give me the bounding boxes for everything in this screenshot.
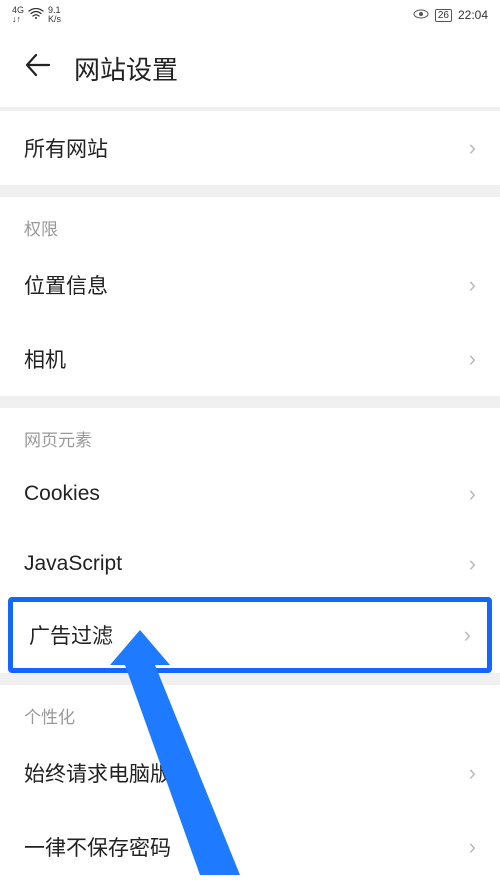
list-item-label: JavaScript (24, 552, 122, 576)
list-item-camera[interactable]: 相机 › (0, 322, 500, 396)
section-header-personalization: 个性化 (0, 685, 500, 736)
network-label: 4G↓↑ (12, 6, 24, 24)
section-header-elements: 网页元素 (0, 408, 500, 459)
status-bar: 4G↓↑ 9.1K/s 26 22:04 (0, 0, 500, 30)
page-title: 网站设置 (74, 50, 178, 87)
eye-icon (413, 8, 429, 22)
speed-label: 9.1K/s (48, 6, 61, 24)
status-left: 4G↓↑ 9.1K/s (12, 6, 61, 24)
list-item-label: 广告过滤 (29, 620, 113, 650)
chevron-right-icon: › (469, 551, 476, 577)
list-item-desktop[interactable]: 始终请求电脑版 › (0, 736, 500, 810)
back-arrow-icon[interactable] (24, 52, 50, 85)
list-item-no-password[interactable]: 一律不保存密码 › (0, 810, 500, 884)
list-item-javascript[interactable]: JavaScript › (0, 529, 500, 599)
chevron-right-icon: › (464, 622, 471, 648)
chevron-right-icon: › (469, 481, 476, 507)
section-header-permissions: 权限 (0, 197, 500, 248)
list-item-ad-filter[interactable]: 广告过滤 › (8, 597, 492, 673)
list-item-label: 所有网站 (24, 133, 108, 163)
list-item-label: Cookies (24, 482, 100, 506)
list-item-label: 始终请求电脑版 (24, 758, 171, 788)
page-header: 网站设置 (0, 30, 500, 107)
wifi-icon (28, 8, 44, 23)
chevron-right-icon: › (469, 834, 476, 860)
chevron-right-icon: › (469, 135, 476, 161)
battery-icon: 26 (435, 9, 452, 22)
status-right: 26 22:04 (413, 8, 488, 22)
list-item-label: 一律不保存密码 (24, 832, 171, 862)
list-item-label: 相机 (24, 344, 66, 374)
chevron-right-icon: › (469, 760, 476, 786)
list-item-location[interactable]: 位置信息 › (0, 248, 500, 322)
chevron-right-icon: › (469, 346, 476, 372)
list-item-all-sites[interactable]: 所有网站 › (0, 111, 500, 185)
time-label: 22:04 (458, 8, 488, 22)
list-item-label: 位置信息 (24, 270, 108, 300)
list-item-cookies[interactable]: Cookies › (0, 459, 500, 529)
chevron-right-icon: › (469, 272, 476, 298)
